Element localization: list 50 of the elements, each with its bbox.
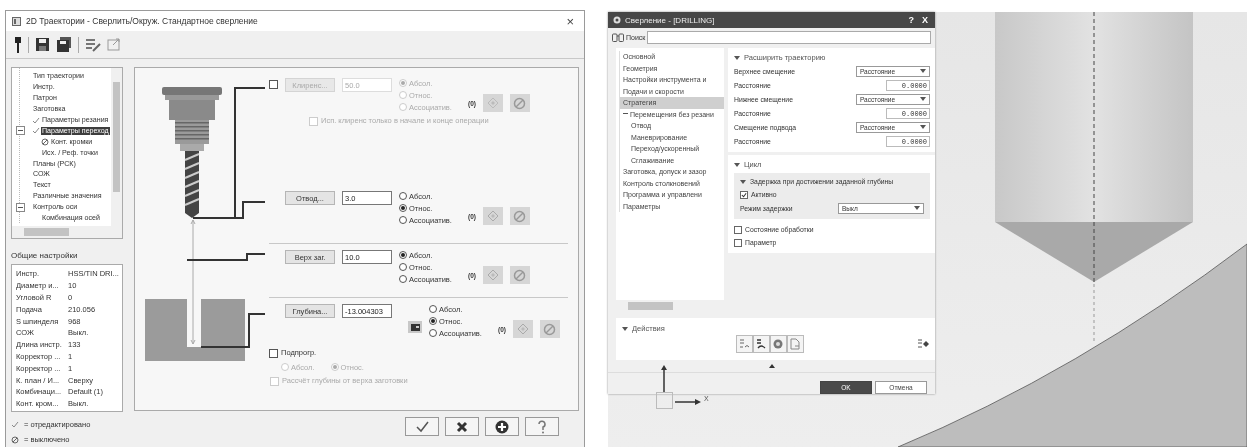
dropdown-arrow-icon — [920, 68, 926, 74]
collapse-icon[interactable] — [734, 161, 740, 168]
collapse-icon[interactable] — [16, 202, 25, 212]
prohibited-icon — [513, 96, 527, 110]
check-icon — [741, 191, 747, 198]
close-button[interactable]: × — [562, 13, 578, 29]
close-icon — [456, 420, 468, 433]
window-icon — [12, 16, 21, 26]
slashed-circle-icon — [11, 435, 19, 444]
disable-button[interactable] — [539, 320, 560, 338]
help-button[interactable] — [525, 417, 559, 436]
search-field[interactable] — [647, 30, 931, 44]
vertical-scrollbar[interactable] — [111, 68, 122, 226]
diamond-icon — [486, 97, 499, 109]
check-icon — [415, 420, 429, 433]
diamond-icon — [486, 269, 499, 281]
save-icon[interactable] — [35, 37, 50, 52]
tool-icon[interactable] — [14, 36, 22, 53]
add-button[interactable] — [485, 417, 519, 436]
prohibited-icon — [513, 209, 527, 223]
plus-icon — [495, 419, 509, 434]
close-button[interactable]: X — [920, 15, 930, 25]
collapse-icon[interactable] — [622, 325, 628, 332]
diamond-icon — [486, 210, 499, 222]
help-button[interactable]: ? — [906, 15, 916, 25]
prohibited-icon — [513, 268, 527, 282]
save-all-icon[interactable] — [56, 37, 72, 52]
cancel-button[interactable] — [445, 417, 479, 436]
insert-icon[interactable] — [917, 338, 929, 350]
dropdown-arrow-icon — [920, 124, 926, 130]
disable-button[interactable] — [509, 207, 530, 225]
prohibited-icon — [543, 322, 557, 336]
disable-button[interactable] — [509, 266, 530, 284]
collapse-arrow-icon[interactable] — [768, 364, 775, 368]
collapse-icon[interactable] — [16, 126, 25, 136]
horizontal-scrollbar[interactable] — [12, 226, 122, 238]
ok-button[interactable] — [405, 417, 439, 436]
section-title: Общие настройки — [11, 251, 79, 260]
window-title: Сверление - [DRILLING] — [625, 15, 716, 25]
dropdown-arrow-icon — [914, 205, 920, 211]
binoculars-icon — [612, 32, 624, 42]
collapse-icon[interactable] — [734, 54, 740, 61]
diamond-icon — [516, 323, 529, 335]
collapse-icon[interactable] — [740, 178, 746, 185]
question-icon — [537, 419, 547, 434]
window-title: 2D Траектории - Сверлить/Окруж. Стандартное сверление — [26, 16, 259, 26]
check-icon — [11, 421, 19, 428]
edit-icon[interactable] — [85, 37, 101, 52]
gear-icon — [613, 16, 621, 24]
dropdown-arrow-icon — [920, 96, 926, 102]
